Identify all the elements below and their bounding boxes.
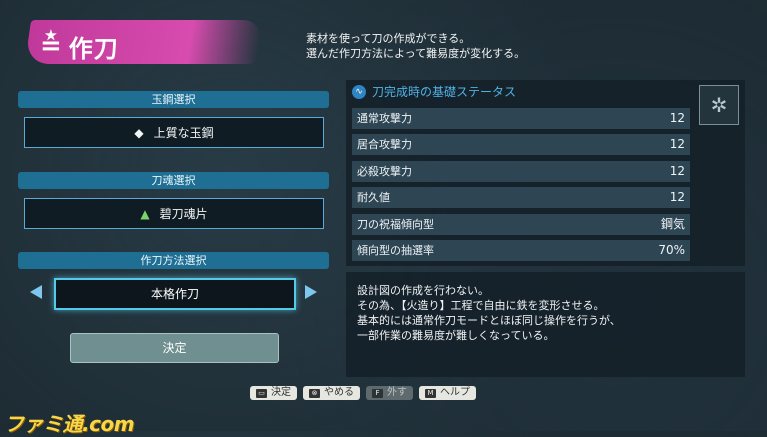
intro-text: 素材を使って刀の作成ができる。 選んだ作刀方法によって難易度が変化する。 — [306, 31, 525, 61]
footer-help-button[interactable]: M ヘルプ — [419, 386, 476, 400]
stat-value: 12 — [669, 111, 685, 125]
soul-select[interactable]: ▲ 碧刀魂片 — [24, 198, 324, 229]
stat-value: 70% — [658, 243, 685, 257]
stat-row: 通常攻撃力 12 — [352, 108, 690, 129]
description-text: 設計図の作成を行わない。 その為、【火造り】工程で自由に鉄を変形させる。 基本的… — [357, 283, 621, 343]
stat-row: 居合攻撃力 12 — [352, 134, 690, 155]
page-title: ≛ 作刀 — [40, 26, 119, 66]
arrow-left-icon[interactable] — [30, 285, 42, 299]
description-line: その為、【火造り】工程で自由に鉄を変形させる。 — [357, 299, 605, 312]
stat-label: 刀の祝福傾向型 — [357, 218, 434, 231]
arrow-right-icon[interactable] — [305, 285, 317, 299]
soul-section-label: 刀魂選択 — [18, 172, 329, 189]
stat-label: 通常攻撃力 — [357, 112, 412, 125]
stat-value: 鋼気 — [660, 217, 685, 231]
watermark-logo: ファミ通.com — [4, 412, 135, 436]
description-line: 設計図の作成を行わない。 — [357, 284, 489, 297]
stat-row: 耐久値 12 — [352, 187, 690, 208]
steel-select[interactable]: ◆ 上質な玉鋼 — [24, 117, 324, 148]
description-line: 一部作業の難易度が難しくなっている。 — [357, 329, 555, 342]
stat-label: 耐久値 — [357, 191, 390, 204]
footer-cancel-button[interactable]: ⊗ やめる — [303, 386, 360, 400]
key-icon: ▭ — [256, 388, 267, 398]
key-icon: M — [425, 388, 436, 398]
steel-section-label: 玉鋼選択 — [18, 91, 329, 108]
stat-row: 傾向型の抽選率 70% — [352, 240, 690, 261]
pulse-icon: ∿ — [352, 84, 366, 99]
steel-value: 上質な玉鋼 — [153, 126, 214, 140]
footer-label: やめる — [324, 387, 354, 398]
method-selector: 本格作刀 — [18, 278, 329, 310]
footer-remove-button[interactable]: F 外す — [366, 386, 413, 400]
footer-confirm-button[interactable]: ▭ 決定 — [250, 386, 297, 400]
soul-value: 碧刀魂片 — [159, 207, 208, 221]
stat-value: 12 — [669, 137, 685, 151]
stat-row: 刀の祝福傾向型 鋼気 — [352, 214, 690, 235]
steel-icon: ◆ — [134, 125, 144, 140]
method-section-label: 作刀方法選択 — [18, 252, 329, 269]
description-line: 基本的には通常作刀モードとほぼ同じ操作を行うが、 — [357, 314, 621, 327]
confirm-button[interactable]: 決定 — [70, 333, 279, 363]
stat-label: 必殺攻撃力 — [357, 165, 412, 178]
blacksmith-icon: ≛ — [40, 31, 63, 61]
intro-line: 選んだ作刀方法によって難易度が変化する。 — [306, 47, 526, 60]
footer-label: 決定 — [271, 387, 291, 398]
method-value[interactable]: 本格作刀 — [54, 278, 296, 310]
key-icon: F — [372, 388, 383, 398]
footer-controls: ▭ 決定 ⊗ やめる F 外す M ヘルプ — [250, 386, 476, 400]
stat-value: 12 — [669, 164, 685, 178]
footer-label: ヘルプ — [440, 387, 470, 398]
page-title-text: 作刀 — [68, 34, 119, 63]
stat-label: 傾向型の抽選率 — [357, 244, 434, 257]
stat-row: 必殺攻撃力 12 — [352, 161, 690, 182]
soul-shard-icon: ▲ — [140, 206, 150, 221]
key-icon: ⊗ — [309, 388, 320, 398]
stats-title: ∿ 刀完成時の基礎ステータス — [352, 83, 516, 100]
stats-title-text: 刀完成時の基礎ステータス — [372, 85, 517, 99]
footer-label: 外す — [387, 387, 407, 398]
emblem-icon: ✲ — [699, 85, 739, 125]
stat-value: 12 — [669, 190, 685, 204]
intro-line: 素材を使って刀の作成ができる。 — [306, 32, 471, 45]
stat-label: 居合攻撃力 — [357, 138, 412, 151]
